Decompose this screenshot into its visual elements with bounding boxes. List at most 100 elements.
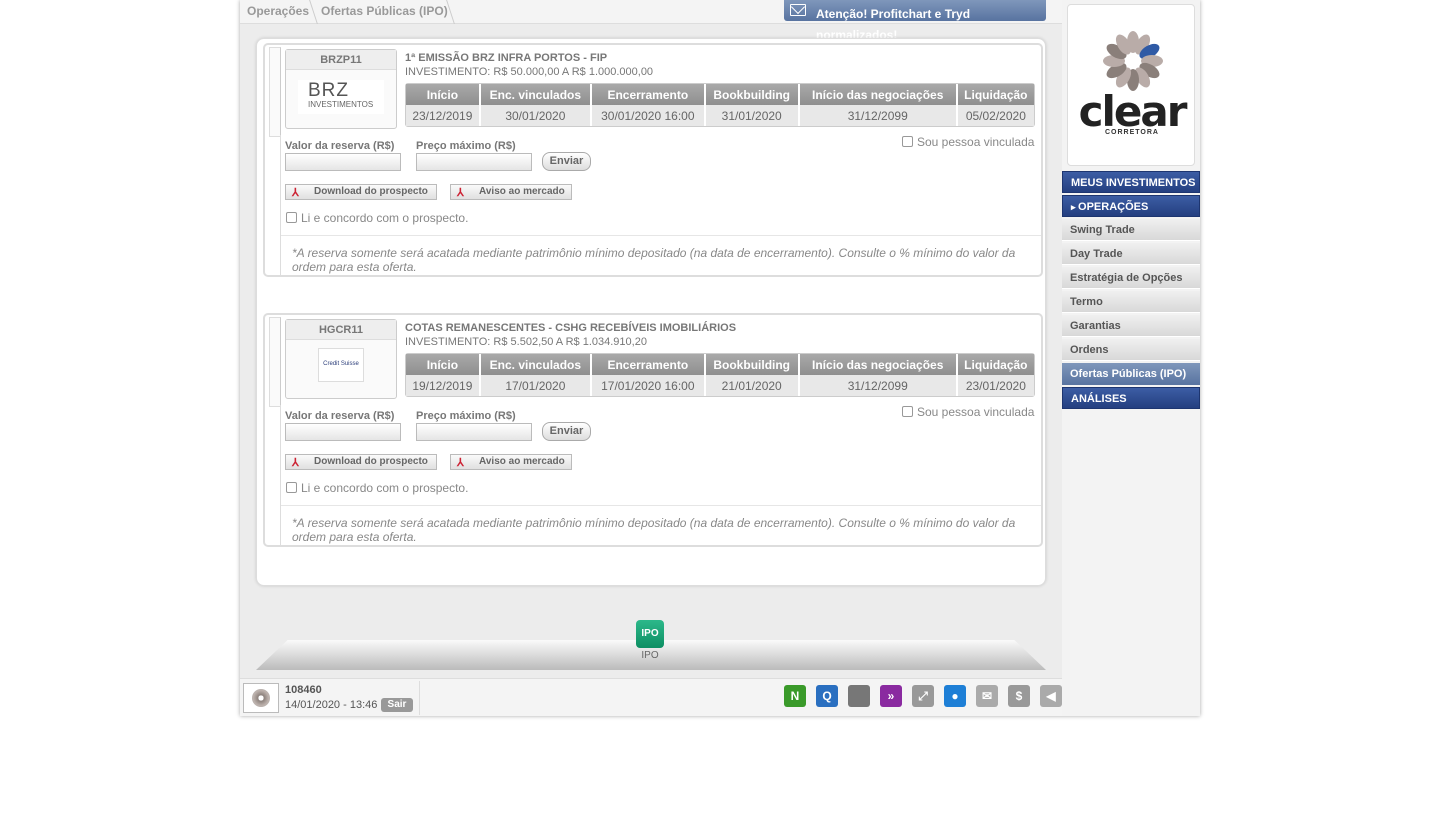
sidebar-item-label: OPERAÇÕES bbox=[1078, 201, 1149, 213]
sidebar-item[interactable]: Swing Trade bbox=[1062, 219, 1200, 241]
sidebar-item[interactable]: MEUS INVESTIMENTOS bbox=[1062, 171, 1200, 193]
sidebar-item[interactable]: Ordens bbox=[1062, 339, 1200, 361]
mail-icon[interactable]: ✉ bbox=[976, 685, 998, 707]
sidebar-item-label: Swing Trade bbox=[1070, 224, 1135, 236]
date-header: Enc. vinculados bbox=[480, 84, 592, 105]
arrow-right-icon[interactable]: » bbox=[880, 685, 902, 707]
offer-dates-table: Início Enc. vinculados Encerramento Bookbui… bbox=[405, 353, 1035, 397]
quote-icon[interactable]: Q bbox=[816, 685, 838, 707]
table-row: 19/12/2019 17/01/2020 17/01/2020 16:00 21/0… bbox=[406, 375, 1034, 396]
date-cell: 23/12/2019 bbox=[406, 105, 481, 126]
market-notice-button[interactable]: ⅄ Aviso ao mercado bbox=[450, 184, 572, 200]
sidebar-item-label: Ofertas Públicas (IPO) bbox=[1070, 368, 1187, 380]
max-price-input[interactable] bbox=[416, 153, 532, 171]
date-header: Início das negociações bbox=[799, 354, 958, 375]
date-cell: 30/01/2020 16:00 bbox=[591, 105, 706, 126]
sidebar-item[interactable]: Ofertas Públicas (IPO) bbox=[1062, 363, 1200, 385]
caret-right-icon: ▸ bbox=[1071, 202, 1079, 212]
date-cell: 21/01/2020 bbox=[705, 375, 800, 396]
download-prospectus-label: Download do prospecto bbox=[314, 456, 428, 467]
alert-banner[interactable]: Atenção! Profitchart e Tryd normalizados… bbox=[784, 0, 1046, 42]
max-price-label: Preço máximo (R$) bbox=[416, 410, 516, 422]
date-header: Início bbox=[406, 354, 481, 375]
agree-checkbox[interactable] bbox=[286, 212, 297, 223]
agree-option[interactable]: Li e concordo com o prospecto. bbox=[286, 481, 468, 495]
sidebar-item-label: Garantias bbox=[1070, 320, 1121, 332]
send-button[interactable]: Enviar bbox=[542, 422, 591, 441]
candlestick-chart-icon[interactable] bbox=[848, 685, 870, 707]
offer-logo-box: HGCR11 Credit Suisse bbox=[285, 319, 397, 399]
market-notice-label: Aviso ao mercado bbox=[479, 186, 565, 197]
sidebar-item[interactable]: Garantias bbox=[1062, 315, 1200, 337]
brand-subtitle: CORRETORA bbox=[1105, 129, 1159, 136]
dollar-icon[interactable]: $ bbox=[1008, 685, 1030, 707]
sidebar-item[interactable]: Estratégia de Opções bbox=[1062, 267, 1200, 289]
date-header: Início bbox=[406, 84, 481, 105]
reserve-label: Valor da reserva (R$) bbox=[285, 410, 395, 422]
clear-flower-icon bbox=[252, 689, 270, 707]
sidebar-item[interactable]: ANÁLISES bbox=[1062, 387, 1200, 409]
offer-investment: INVESTIMENTO: R$ 50.000,00 A R$ 1.000.00… bbox=[405, 66, 654, 78]
sidebar-item[interactable]: ▸ OPERAÇÕES bbox=[1062, 195, 1200, 217]
avatar bbox=[243, 683, 279, 713]
breadcrumb-operacoes[interactable]: Operações bbox=[247, 4, 309, 18]
linked-person-option[interactable]: Sou pessoa vinculada bbox=[902, 405, 1034, 419]
date-cell: 17/01/2020 bbox=[480, 375, 592, 396]
pdf-icon: ⅄ bbox=[457, 187, 464, 199]
table-header-row: Início Enc. vinculados Encerramento Bookbui… bbox=[406, 354, 1034, 375]
sidebar-item-label: Ordens bbox=[1070, 344, 1109, 356]
ipo-tab-icon[interactable]: IPO bbox=[636, 620, 664, 648]
agree-option[interactable]: Li e concordo com o prospecto. bbox=[286, 211, 468, 225]
send-button[interactable]: Enviar bbox=[542, 152, 591, 171]
divider bbox=[281, 235, 1041, 236]
download-prospectus-button[interactable]: ⅄ Download do prospecto bbox=[285, 454, 437, 470]
linked-person-label: Sou pessoa vinculada bbox=[917, 135, 1035, 149]
agree-checkbox[interactable] bbox=[286, 482, 297, 493]
linked-person-checkbox[interactable] bbox=[902, 136, 913, 147]
date-cell: 31/12/2099 bbox=[799, 375, 958, 396]
clear-logo-icon bbox=[1103, 31, 1163, 91]
sidebar-item[interactable]: Day Trade bbox=[1062, 243, 1200, 265]
fullscreen-icon[interactable]: ⤢ bbox=[912, 685, 934, 707]
linked-person-checkbox[interactable] bbox=[902, 406, 913, 417]
reserve-note: *A reserva somente será acatada mediante… bbox=[292, 516, 1016, 544]
pdf-icon: ⅄ bbox=[292, 187, 299, 199]
sound-icon[interactable]: ◀ bbox=[1040, 685, 1062, 707]
sidebar-item-label: Day Trade bbox=[1070, 248, 1123, 260]
logout-button[interactable]: Sair bbox=[381, 698, 413, 712]
offer-side-bar bbox=[269, 47, 281, 137]
offer-side-bar bbox=[269, 317, 281, 407]
offer-side-line bbox=[280, 405, 281, 545]
breadcrumb-current: Ofertas Públicas (IPO) bbox=[321, 4, 448, 18]
offer-logo-text: BRZ bbox=[308, 80, 349, 101]
date-cell: 23/01/2020 bbox=[957, 375, 1034, 396]
reserve-label: Valor da reserva (R$) bbox=[285, 140, 395, 152]
chat-icon[interactable]: ● bbox=[944, 685, 966, 707]
reserve-note: *A reserva somente será acatada mediante… bbox=[292, 246, 1016, 274]
date-cell: 17/01/2020 16:00 bbox=[591, 375, 706, 396]
table-row: 23/12/2019 30/01/2020 30/01/2020 16:00 31/0… bbox=[406, 105, 1034, 126]
date-header: Encerramento bbox=[591, 84, 706, 105]
table-header-row: Início Enc. vinculados Encerramento Bookbui… bbox=[406, 84, 1034, 105]
ipo-tab-label[interactable]: IPO bbox=[630, 650, 670, 661]
ipo-offers-panel: BRZP11 BRZ INVESTIMENTOS 1ª EMISSÃO BRZ … bbox=[256, 38, 1046, 586]
news-icon[interactable]: N bbox=[784, 685, 806, 707]
divider bbox=[281, 505, 1041, 506]
sidebar-item-label: Estratégia de Opções bbox=[1070, 272, 1183, 284]
max-price-input[interactable] bbox=[416, 423, 532, 441]
market-notice-label: Aviso ao mercado bbox=[479, 456, 565, 467]
date-cell: 19/12/2019 bbox=[406, 375, 481, 396]
reserve-input[interactable] bbox=[285, 423, 401, 441]
offer-side-line bbox=[280, 135, 281, 275]
footer-divider bbox=[419, 681, 420, 715]
market-notice-button[interactable]: ⅄ Aviso ao mercado bbox=[450, 454, 572, 470]
app-window: Operações Ofertas Públicas (IPO) Atenção… bbox=[240, 0, 1200, 716]
download-prospectus-button[interactable]: ⅄ Download do prospecto bbox=[285, 184, 437, 200]
reserve-input[interactable] bbox=[285, 153, 401, 171]
sidebar-item[interactable]: Termo bbox=[1062, 291, 1200, 313]
date-cell: 30/01/2020 bbox=[480, 105, 592, 126]
status-bar: 108460 14/01/2020 - 13:46 Sair N Q » ⤢ ● ✉ $ ◀ bbox=[240, 678, 1062, 716]
account-number: 108460 bbox=[285, 684, 322, 696]
offer-card: BRZP11 BRZ INVESTIMENTOS 1ª EMISSÃO BRZ … bbox=[263, 43, 1043, 277]
linked-person-option[interactable]: Sou pessoa vinculada bbox=[902, 135, 1034, 149]
